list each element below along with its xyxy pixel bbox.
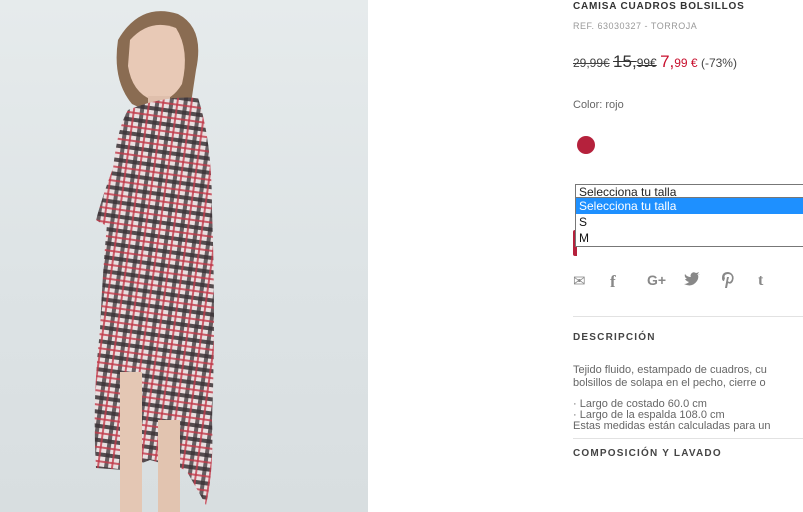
size-dropdown: Selecciona tu talla S M	[575, 198, 803, 247]
divider	[573, 316, 803, 317]
composition-heading[interactable]: COMPOSICIÓN Y LAVADO	[573, 448, 722, 459]
google-plus-icon[interactable]: G+	[647, 272, 684, 292]
size-select-box[interactable]: Selecciona tu talla	[575, 184, 803, 199]
color-label: Color: rojo	[573, 99, 624, 111]
discount-badge: (-73%)	[700, 56, 737, 70]
description-line: Tejido fluido, estampado de cuadros, cu	[573, 364, 767, 376]
facebook-icon[interactable]: f	[610, 272, 647, 292]
product-reference: REF. 63030327 - TORROJA	[573, 21, 698, 31]
pinterest-icon[interactable]	[721, 272, 758, 292]
twitter-icon[interactable]	[684, 272, 721, 292]
price-row: 29,99€ 15,99€ 7,99 € (-73%)	[573, 52, 737, 72]
email-icon[interactable]: ✉	[573, 272, 610, 292]
description-line: bolsillos de solapa en el pecho, cierre …	[573, 377, 766, 389]
share-icons: ✉ f G+ t	[573, 272, 795, 292]
original-price: 29,99€	[573, 56, 610, 70]
description-heading[interactable]: DESCRIPCIÓN	[573, 332, 656, 343]
size-option-s[interactable]: S	[576, 214, 803, 230]
size-option-m[interactable]: M	[576, 230, 803, 246]
size-select[interactable]: Selecciona tu talla Selecciona tu talla …	[575, 184, 803, 247]
divider	[573, 438, 803, 439]
color-swatch-red[interactable]	[577, 136, 595, 154]
product-photo	[0, 0, 368, 512]
product-title: CAMISA CUADROS BOLSILLOS	[573, 1, 745, 12]
current-price: 7,99 €	[660, 52, 698, 71]
size-option-placeholder[interactable]: Selecciona tu talla	[576, 198, 803, 214]
previous-price: 15,99€	[613, 52, 657, 71]
tumblr-icon[interactable]: t	[758, 272, 795, 292]
measure-note: Estas medidas están calculadas para un	[573, 420, 771, 432]
